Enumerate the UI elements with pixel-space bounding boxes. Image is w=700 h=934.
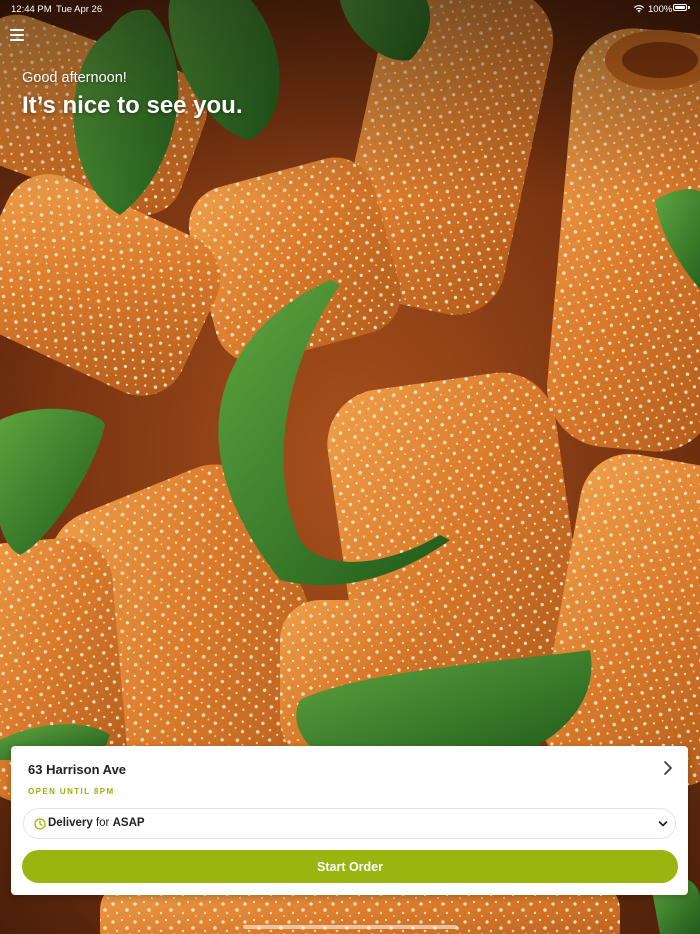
app-screen: 12:44 PM Tue Apr 26 100% Good afternoon!… [0, 0, 700, 934]
order-mode-type: Delivery [48, 817, 93, 829]
status-time: 12:44 PM [11, 4, 52, 15]
start-order-button[interactable]: Start Order [22, 850, 678, 883]
home-indicator [243, 925, 457, 929]
status-date: Tue Apr 26 [56, 4, 103, 15]
battery-tip [688, 6, 690, 9]
order-mode-time: ASAP [112, 817, 145, 829]
chevron-down-icon [658, 821, 668, 827]
battery-icon [673, 4, 687, 11]
order-mode-connector: for [95, 817, 110, 829]
hours-status: OPEN UNTIL 8PM [28, 787, 115, 796]
greeting-text: Good afternoon! [22, 70, 127, 86]
welcome-title: It’s nice to see you. [22, 92, 243, 119]
location-name: 63 Harrison Ave [28, 762, 127, 777]
clock-icon [34, 818, 46, 830]
hamburger-menu-icon[interactable] [10, 28, 24, 42]
order-mode-dropdown[interactable]: Delivery for ASAP [23, 808, 676, 839]
chevron-right-icon [664, 761, 672, 775]
wifi-icon [634, 5, 644, 13]
battery-percentage: 100% [648, 4, 673, 15]
order-mode-text: Delivery for ASAP [48, 817, 145, 829]
location-selector[interactable]: 63 Harrison Ave [11, 746, 688, 790]
location-card: 63 Harrison Ave OPEN UNTIL 8PM Delivery … [11, 746, 688, 895]
status-bar: 12:44 PM Tue Apr 26 100% [0, 0, 700, 18]
